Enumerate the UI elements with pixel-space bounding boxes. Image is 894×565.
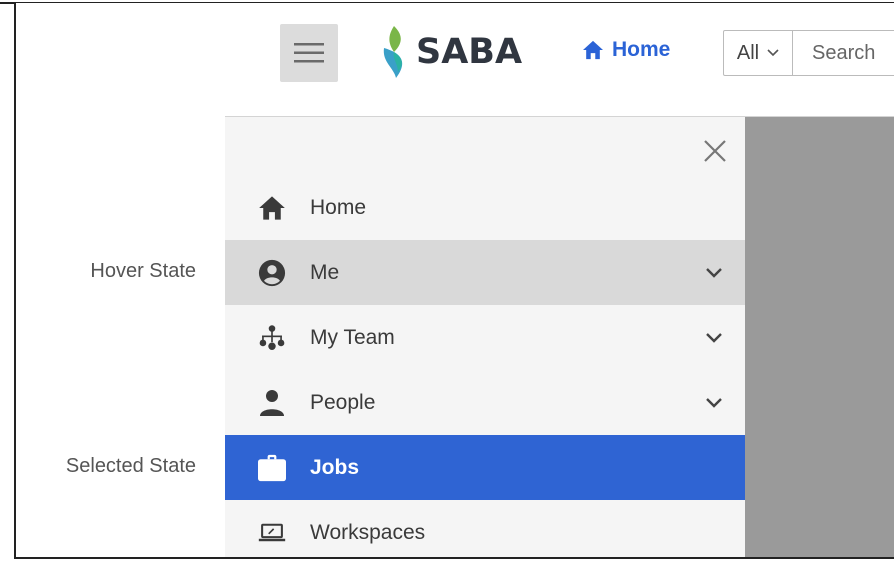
menu-item-home[interactable]: Home <box>225 175 745 240</box>
search-scope-value: All <box>736 41 760 64</box>
menu-item-people[interactable]: People <box>225 370 745 435</box>
menu-item-label: People <box>310 390 376 414</box>
home-icon <box>583 40 603 60</box>
menu-item-my-team[interactable]: My Team <box>225 305 745 370</box>
laptop-icon <box>258 519 286 547</box>
menu-item-workspaces[interactable]: Workspaces <box>225 500 745 565</box>
menu-item-label: My Team <box>310 325 395 349</box>
chevron-down-icon <box>706 397 722 408</box>
menu-toggle-button[interactable] <box>280 24 338 82</box>
frame-line <box>14 2 894 3</box>
chevron-down-icon <box>767 49 779 57</box>
briefcase-icon <box>258 454 286 482</box>
chevron-down-icon <box>706 332 722 343</box>
page-overlay[interactable] <box>745 117 894 557</box>
chevron-down-icon <box>706 267 722 278</box>
account-circle-icon <box>258 259 286 287</box>
search-scope-select[interactable]: All <box>724 31 793 75</box>
hamburger-icon <box>294 43 324 63</box>
menu-item-label: Me <box>310 260 340 284</box>
hover-state-annotation: Hover State <box>90 260 196 282</box>
selected-state-annotation: Selected State <box>65 455 196 477</box>
person-icon <box>258 389 286 417</box>
search-input[interactable] <box>793 40 894 66</box>
home-icon <box>258 194 286 222</box>
close-menu-button[interactable] <box>700 136 730 166</box>
home-link[interactable]: Home <box>582 38 670 62</box>
menu-item-label: Home <box>310 195 367 219</box>
org-chart-icon <box>258 324 286 352</box>
menu-item-label: Workspaces <box>310 520 426 544</box>
logo-text: SABA <box>416 32 523 72</box>
close-icon <box>704 140 726 162</box>
menu-item-me[interactable]: Me <box>225 240 745 305</box>
saba-logo[interactable]: SABA <box>380 26 522 78</box>
saba-logo-icon <box>383 26 403 78</box>
menu-item-jobs[interactable]: Jobs <box>225 435 745 500</box>
search-bar: All <box>723 30 894 76</box>
frame-line <box>14 2 16 559</box>
home-link-label: Home <box>612 38 671 61</box>
menu-item-label: Jobs <box>310 455 360 479</box>
